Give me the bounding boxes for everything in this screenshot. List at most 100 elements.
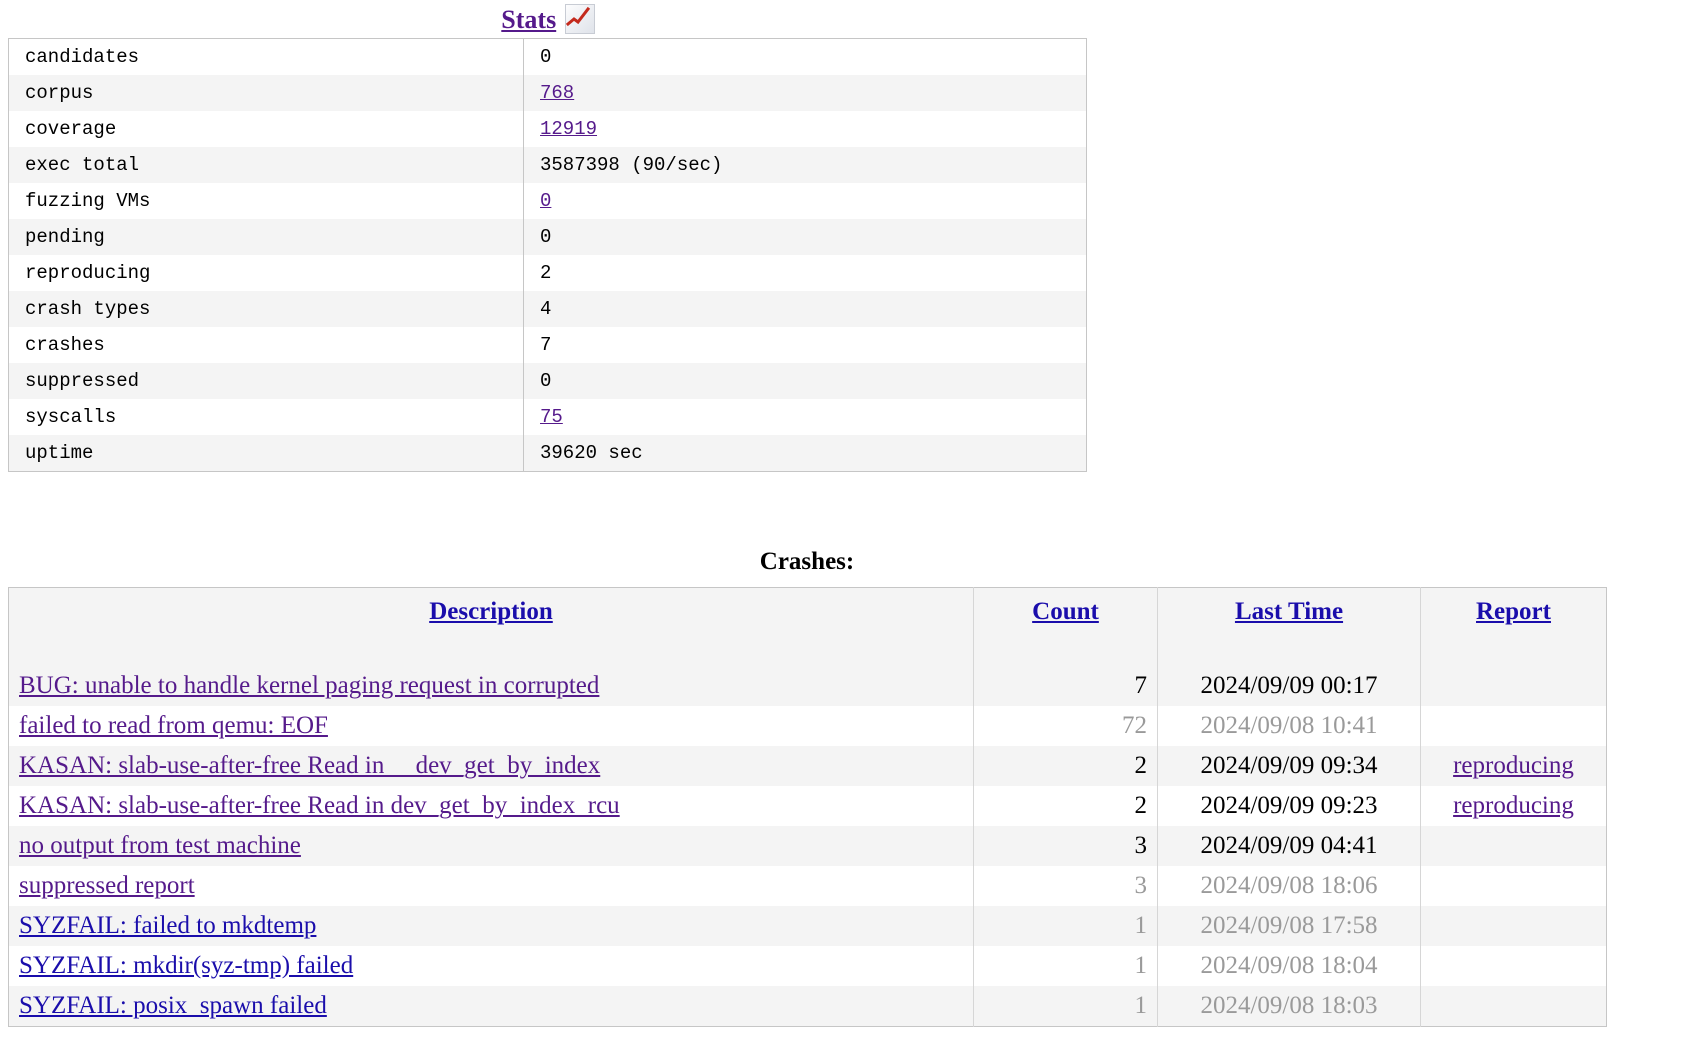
crash-description-cell: failed to read from qemu: EOF	[8, 706, 974, 746]
stats-row-key: coverage	[8, 111, 524, 147]
table-row: suppressed report 3 2024/09/08 18:06	[8, 866, 1607, 906]
stats-table: candidates 0 corpus 768 coverage 12919 exec to…	[8, 38, 1087, 472]
table-row: SYZFAIL: mkdir(syz-tmp) failed 1 2024/09/0…	[8, 946, 1607, 986]
stats-value-text: 4	[540, 298, 552, 320]
crash-description-link[interactable]: suppressed report	[19, 872, 195, 899]
stats-row-key: candidates	[8, 38, 524, 75]
stats-value-text: 2	[540, 262, 552, 284]
stats-row: coverage 12919	[8, 111, 1087, 147]
crash-description-cell: KASAN: slab-use-after-free Read in dev_g…	[8, 786, 974, 826]
stats-heading: Stats	[8, 4, 1088, 35]
column-header-last-time[interactable]: Last Time	[1157, 587, 1421, 666]
crash-description-link[interactable]: SYZFAIL: failed to mkdtemp	[19, 912, 316, 939]
stats-link[interactable]: Stats	[501, 5, 556, 34]
crash-description-cell: SYZFAIL: posix_spawn failed	[8, 986, 974, 1027]
sort-count-link[interactable]: Count	[1032, 598, 1099, 625]
stats-row-value: 7	[524, 327, 1087, 363]
stats-value-link[interactable]: 12919	[540, 118, 597, 140]
crash-description-cell: SYZFAIL: failed to mkdtemp	[8, 906, 974, 946]
stats-row: exec total 3587398 (90/sec)	[8, 147, 1087, 183]
crash-description-cell: KASAN: slab-use-after-free Read in __dev…	[8, 746, 974, 786]
stats-row: uptime 39620 sec	[8, 435, 1087, 472]
crash-count-cell: 3	[973, 866, 1158, 906]
crash-report-link[interactable]: reproducing	[1453, 752, 1574, 779]
stats-row: syscalls 75	[8, 399, 1087, 435]
stats-row-value: 0	[524, 363, 1087, 399]
crash-report-cell	[1420, 946, 1607, 986]
crash-description-link[interactable]: no output from test machine	[19, 832, 301, 859]
stats-value-link[interactable]: 768	[540, 82, 574, 104]
crash-report-cell	[1420, 906, 1607, 946]
crash-last-time-cell: 2024/09/08 10:41	[1157, 706, 1421, 746]
stats-row-value: 0	[524, 183, 1087, 219]
column-header-report[interactable]: Report	[1420, 587, 1607, 666]
crash-count-cell: 1	[973, 986, 1158, 1027]
crashes-table: Description Count Last Time Report BUG: …	[8, 587, 1607, 1027]
crash-last-time-cell: 2024/09/08 18:03	[1157, 986, 1421, 1027]
crashes-table-body: BUG: unable to handle kernel paging requ…	[8, 666, 1607, 1027]
crash-last-time-cell: 2024/09/09 09:23	[1157, 786, 1421, 826]
stats-row-value: 0	[524, 219, 1087, 255]
crash-report-cell	[1420, 866, 1607, 906]
stats-row-value: 3587398 (90/sec)	[524, 147, 1087, 183]
table-row: SYZFAIL: failed to mkdtemp 1 2024/09/08 17…	[8, 906, 1607, 946]
column-header-description[interactable]: Description	[8, 587, 974, 666]
stats-row: corpus 768	[8, 75, 1087, 111]
stats-row-key: syscalls	[8, 399, 524, 435]
column-header-count[interactable]: Count	[973, 587, 1158, 666]
crash-count-cell: 3	[973, 826, 1158, 866]
crash-report-cell	[1420, 826, 1607, 866]
table-row: no output from test machine 3 2024/09/09 0…	[8, 826, 1607, 866]
stats-row: pending 0	[8, 219, 1087, 255]
crash-description-link[interactable]: KASAN: slab-use-after-free Read in dev_g…	[19, 792, 620, 819]
crash-count-cell: 2	[973, 746, 1158, 786]
crash-description-link[interactable]: KASAN: slab-use-after-free Read in __dev…	[19, 752, 600, 779]
crash-description-link[interactable]: SYZFAIL: mkdir(syz-tmp) failed	[19, 952, 353, 979]
crash-description-link[interactable]: failed to read from qemu: EOF	[19, 712, 328, 739]
crash-last-time-cell: 2024/09/08 18:06	[1157, 866, 1421, 906]
table-row: KASAN: slab-use-after-free Read in dev_g…	[8, 786, 1607, 826]
stats-value-link[interactable]: 0	[540, 190, 551, 212]
crash-report-cell	[1420, 986, 1607, 1027]
sort-description-link[interactable]: Description	[429, 598, 553, 625]
stats-row: crash types 4	[8, 291, 1087, 327]
stats-row: reproducing 2	[8, 255, 1087, 291]
crash-last-time-cell: 2024/09/09 09:34	[1157, 746, 1421, 786]
stats-row-key: crash types	[8, 291, 524, 327]
crash-last-time-cell: 2024/09/09 00:17	[1157, 666, 1421, 706]
stats-row-value: 39620 sec	[524, 435, 1087, 472]
stats-value-text: 3587398 (90/sec)	[540, 154, 723, 176]
stats-row: crashes 7	[8, 327, 1087, 363]
stats-row-value: 12919	[524, 111, 1087, 147]
sort-last-time-link[interactable]: Last Time	[1235, 598, 1343, 625]
table-row: SYZFAIL: posix_spawn failed 1 2024/09/08 1…	[8, 986, 1607, 1027]
crash-report-cell: reproducing	[1420, 786, 1607, 826]
stats-row-key: exec total	[8, 147, 524, 183]
stats-row-value: 4	[524, 291, 1087, 327]
stats-row: fuzzing VMs 0	[8, 183, 1087, 219]
crashes-header-row: Description Count Last Time Report	[8, 587, 1607, 666]
crash-description-cell: no output from test machine	[8, 826, 974, 866]
crash-report-cell: reproducing	[1420, 746, 1607, 786]
table-row: KASAN: slab-use-after-free Read in __dev…	[8, 746, 1607, 786]
crash-report-cell	[1420, 706, 1607, 746]
stats-row-key: suppressed	[8, 363, 524, 399]
stats-row-key: fuzzing VMs	[8, 183, 524, 219]
stats-value-text: 0	[540, 226, 552, 248]
crash-count-cell: 72	[973, 706, 1158, 746]
stats-value-text: 39620 sec	[540, 442, 643, 464]
crash-description-cell: BUG: unable to handle kernel paging requ…	[8, 666, 974, 706]
crash-report-cell	[1420, 666, 1607, 706]
stats-value-text: 0	[540, 370, 552, 392]
crash-description-cell: SYZFAIL: mkdir(syz-tmp) failed	[8, 946, 974, 986]
crash-description-link[interactable]: SYZFAIL: posix_spawn failed	[19, 992, 327, 1019]
stats-value-link[interactable]: 75	[540, 406, 563, 428]
crash-count-cell: 1	[973, 906, 1158, 946]
sort-report-link[interactable]: Report	[1476, 598, 1551, 625]
stats-row: suppressed 0	[8, 363, 1087, 399]
line-chart-icon[interactable]	[564, 4, 595, 34]
crash-description-cell: suppressed report	[8, 866, 974, 906]
crash-report-link[interactable]: reproducing	[1453, 792, 1574, 819]
crash-description-link[interactable]: BUG: unable to handle kernel paging requ…	[19, 672, 599, 699]
crash-last-time-cell: 2024/09/08 18:04	[1157, 946, 1421, 986]
